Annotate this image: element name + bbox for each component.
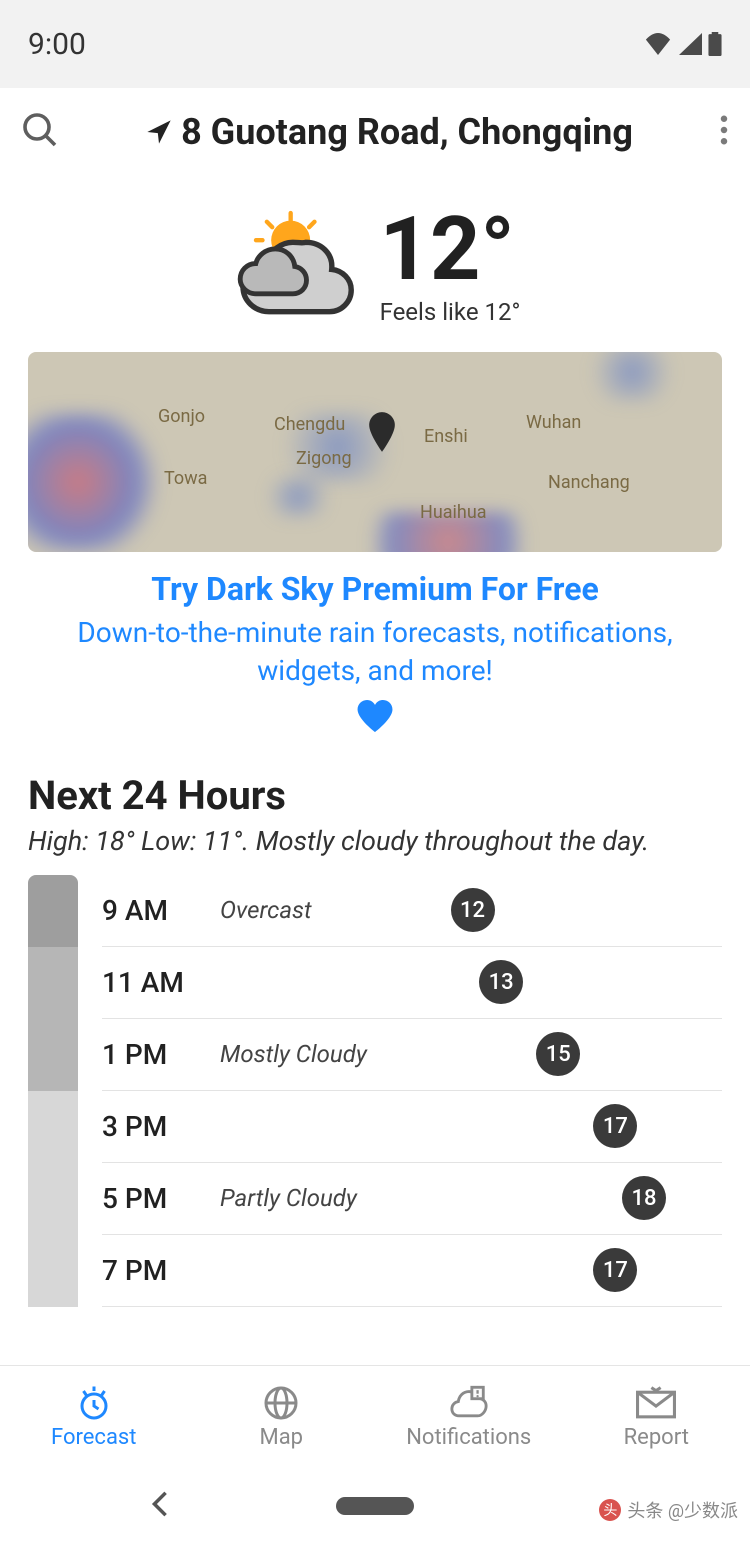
feels-like: Feels like 12° — [380, 298, 521, 326]
hour-row[interactable]: 3 PM 17 — [102, 1091, 722, 1163]
hour-condition: Partly Cloudy — [220, 1184, 357, 1212]
battery-icon — [708, 32, 722, 56]
search-icon[interactable] — [22, 112, 58, 152]
hour-row[interactable]: 5 PMPartly Cloudy 18 — [102, 1163, 722, 1235]
more-icon[interactable] — [720, 115, 728, 149]
map-city-label: Huaihua — [420, 502, 487, 523]
promo-title: Try Dark Sky Premium For Free — [40, 570, 710, 608]
status-bar: 9:00 — [0, 0, 750, 88]
hour-condition: Mostly Cloudy — [220, 1040, 367, 1068]
map-city-label: Chengdu — [274, 414, 345, 435]
nav-label: Map — [259, 1425, 303, 1450]
hour-temp-badge: 17 — [593, 1104, 637, 1148]
map-city-label: Towa — [164, 468, 207, 489]
map-preview[interactable]: Gonjo Towa Chengdu Zigong Enshi Huaihua Wuhan N… — [28, 352, 722, 552]
hour-row[interactable]: 11 AM 13 — [102, 947, 722, 1019]
hour-condition: Overcast — [220, 896, 312, 924]
nav-label: Notifications — [406, 1425, 531, 1450]
status-time: 9:00 — [28, 27, 86, 62]
promo-subtitle: Down-to-the-minute rain forecasts, notif… — [40, 614, 710, 690]
hour-row[interactable]: 1 PMMostly Cloudy 15 — [102, 1019, 722, 1091]
forecast-icon — [75, 1385, 113, 1421]
globe-icon — [262, 1385, 300, 1421]
hour-temp-badge: 17 — [593, 1248, 637, 1292]
heart-icon — [40, 700, 710, 736]
map-city-label: Zigong — [296, 448, 352, 469]
hour-time: 1 PM — [102, 1038, 220, 1071]
back-icon[interactable] — [150, 1490, 170, 1522]
hour-time: 9 AM — [102, 894, 220, 927]
status-icons — [644, 32, 722, 56]
hourly-forecast: 9 AMOvercast 12 11 AM 13 1 PMMostly Cloudy 15… — [0, 875, 750, 1307]
hour-temp-badge: 18 — [622, 1176, 666, 1220]
envelope-icon — [636, 1385, 676, 1421]
hour-temp-badge: 13 — [479, 960, 523, 1004]
hour-row[interactable]: 9 AMOvercast 12 — [102, 875, 722, 947]
location-text: 8 Guotang Road, Chongqing — [181, 111, 633, 153]
nav-label: Report — [624, 1425, 689, 1450]
hour-temp-badge: 12 — [451, 888, 495, 932]
location-title[interactable]: 8 Guotang Road, Chongqing — [84, 111, 694, 153]
map-pin-icon — [368, 412, 396, 456]
nav-forecast[interactable]: Forecast — [0, 1366, 188, 1469]
wifi-icon — [644, 33, 672, 55]
current-temp: 12° — [380, 206, 521, 294]
partly-cloudy-icon — [230, 209, 360, 323]
map-city-label: Nanchang — [548, 472, 630, 493]
hour-row[interactable]: 7 PM 17 — [102, 1235, 722, 1307]
hours-title: Next 24 Hours — [0, 736, 750, 825]
watermark: 头 头条 @少数派 — [599, 1497, 738, 1523]
temp-gradient-bar — [28, 875, 78, 1307]
location-arrow-icon — [145, 118, 173, 146]
system-nav: 头 头条 @少数派 — [0, 1469, 750, 1543]
hour-time: 3 PM — [102, 1110, 220, 1143]
cloud-alert-icon — [449, 1385, 489, 1421]
home-pill[interactable] — [336, 1497, 414, 1515]
current-weather: 12° Feels like 12° — [0, 176, 750, 346]
hour-time: 5 PM — [102, 1182, 220, 1215]
premium-promo[interactable]: Try Dark Sky Premium For Free Down-to-th… — [0, 552, 750, 736]
nav-notifications[interactable]: Notifications — [375, 1366, 563, 1469]
app-bar: 8 Guotang Road, Chongqing — [0, 88, 750, 176]
map-city-label: Wuhan — [526, 412, 581, 433]
hour-temp-badge: 15 — [536, 1032, 580, 1076]
hour-time: 11 AM — [102, 966, 220, 999]
nav-label: Forecast — [51, 1425, 136, 1450]
hour-time: 7 PM — [102, 1254, 220, 1287]
nav-report[interactable]: Report — [563, 1366, 750, 1469]
bottom-nav: Forecast Map Notifications Report — [0, 1365, 750, 1469]
nav-map[interactable]: Map — [188, 1366, 376, 1469]
map-city-label: Gonjo — [158, 406, 205, 427]
map-city-label: Enshi — [424, 426, 468, 447]
hours-summary: High: 18° Low: 11°. Mostly cloudy throug… — [0, 825, 750, 875]
cell-signal-icon — [678, 33, 702, 55]
